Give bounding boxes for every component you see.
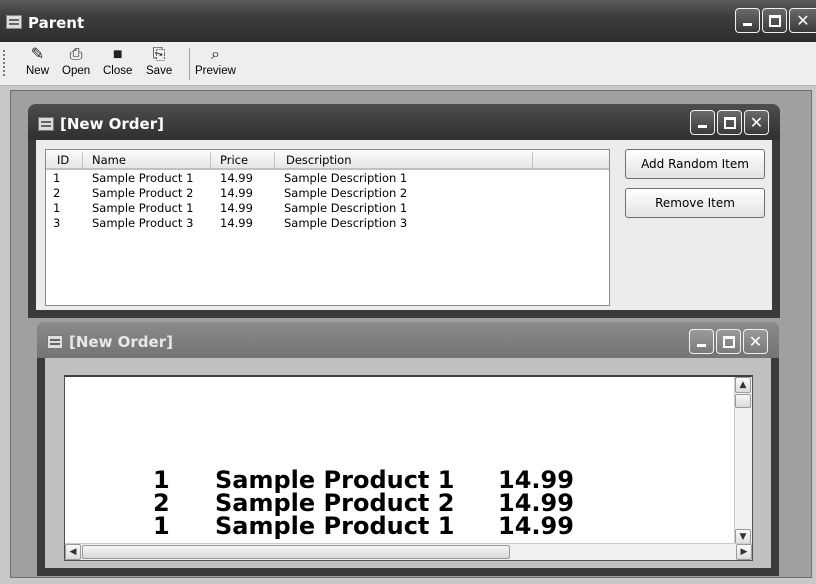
maximize-icon: [723, 116, 736, 129]
item-description: Sample Description 3: [284, 216, 408, 230]
scroll-up-button[interactable]: ▲: [735, 377, 751, 393]
close-icon: ✕: [796, 10, 810, 30]
minimize-button[interactable]: [735, 8, 760, 33]
scroll-right-button[interactable]: ▶: [736, 544, 752, 560]
scroll-left-button[interactable]: ◀: [65, 544, 81, 560]
column-separator[interactable]: [210, 152, 211, 168]
maximize-icon: [768, 14, 781, 27]
parent-title: Parent: [28, 14, 85, 32]
close-icon: ✕: [748, 331, 763, 351]
maximize-button[interactable]: [762, 8, 787, 33]
preview-icon: ⌕: [210, 46, 220, 63]
toolbar-grip[interactable]: [3, 50, 5, 78]
order-minimize-button[interactable]: [690, 110, 715, 135]
window-icon[interactable]: [38, 117, 54, 131]
item-price: 14.99: [220, 216, 253, 230]
toolbar-open-button[interactable]: ⎙ Open: [62, 45, 90, 83]
print-preview-area[interactable]: 1 Sample Product 1 14.99 2 Sample Produc…: [64, 375, 753, 561]
new-icon: ✎: [30, 46, 45, 63]
order-window-title: [New Order]: [60, 115, 164, 133]
column-header-description[interactable]: Description: [286, 153, 352, 167]
horizontal-scroll-thumb[interactable]: [82, 545, 510, 559]
item-price: 14.99: [220, 201, 253, 215]
toolbar-open-label: Open: [62, 65, 91, 77]
list-item[interactable]: 2 Sample Product 2 14.99 Sample Descript…: [46, 185, 609, 200]
open-icon: ⎙: [69, 46, 83, 63]
order-maximize-button[interactable]: [717, 110, 742, 135]
item-id: 2: [53, 186, 61, 200]
preview-window-title: [New Order]: [69, 333, 173, 351]
window-icon[interactable]: [47, 335, 63, 349]
order-items-list[interactable]: ID Name Price Description 1 Sample Produ…: [45, 149, 610, 306]
toolbar-new-label: New: [26, 65, 50, 77]
item-description: Sample Description 1: [284, 171, 408, 185]
minimize-icon: [697, 344, 706, 347]
item-id: 3: [53, 216, 61, 230]
toolbar-preview-label: Preview: [195, 65, 236, 77]
minimize-icon: [698, 125, 707, 128]
list-item[interactable]: 3 Sample Product 3 14.99 Sample Descript…: [46, 215, 609, 230]
minimize-icon: [743, 23, 752, 26]
preview-name: Sample Product 1: [215, 512, 455, 540]
parent-title-bar[interactable]: Parent ✕: [0, 0, 816, 42]
down-arrow-icon: ▼: [739, 532, 747, 542]
parent-window: Parent ✕ ✎ New ⎙ Open ■ Close ⎘ Save ⌕ P…: [0, 0, 816, 584]
right-arrow-icon: ▶: [740, 547, 748, 557]
item-name: Sample Product 2: [92, 186, 194, 200]
list-item[interactable]: 1 Sample Product 1 14.99 Sample Descript…: [46, 200, 609, 215]
order-close-button[interactable]: ✕: [744, 110, 769, 135]
vertical-scroll-thumb[interactable]: [735, 394, 751, 408]
item-name: Sample Product 1: [92, 201, 194, 215]
item-name: Sample Product 3: [92, 216, 194, 230]
close-icon: ✕: [749, 112, 764, 132]
preview-id: 1: [153, 512, 170, 540]
save-icon: ⎘: [152, 46, 166, 63]
column-separator[interactable]: [274, 152, 275, 168]
item-price: 14.99: [220, 186, 253, 200]
list-item[interactable]: 1 Sample Product 1 14.99 Sample Descript…: [46, 170, 609, 185]
toolbar-separator: [189, 48, 190, 80]
item-id: 1: [53, 171, 61, 185]
item-description: Sample Description 2: [284, 186, 408, 200]
preview-price: 14.99: [498, 512, 574, 540]
up-arrow-icon: ▲: [739, 380, 747, 390]
save-disk-icon: ■: [112, 46, 123, 63]
order-window: [New Order] ✕ ID Name Price Description …: [28, 104, 780, 318]
column-separator[interactable]: [532, 152, 533, 168]
order-window-body: ID Name Price Description 1 Sample Produ…: [36, 140, 772, 310]
preview-minimize-button[interactable]: [689, 329, 714, 354]
preview-maximize-button[interactable]: [716, 329, 741, 354]
list-header: ID Name Price Description: [46, 150, 609, 170]
item-price: 14.99: [220, 171, 253, 185]
left-arrow-icon: ◀: [69, 547, 77, 557]
toolbar-save-button[interactable]: ⎘ Save: [146, 45, 172, 83]
add-random-item-button[interactable]: Add Random Item: [625, 149, 765, 179]
toolbar-new-button[interactable]: ✎ New: [26, 45, 49, 83]
column-header-name[interactable]: Name: [92, 153, 126, 167]
close-window-button[interactable]: ✕: [789, 8, 816, 33]
preview-window-body: 1 Sample Product 1 14.99 2 Sample Produc…: [45, 358, 771, 568]
app-icon[interactable]: [6, 15, 22, 29]
toolbar-save-label: Save: [146, 65, 173, 77]
toolbar: ✎ New ⎙ Open ■ Close ⎘ Save ⌕ Preview: [0, 42, 816, 86]
preview-close-button[interactable]: ✕: [743, 329, 768, 354]
column-header-price[interactable]: Price: [220, 153, 248, 167]
column-header-id[interactable]: ID: [57, 153, 69, 167]
vertical-scrollbar[interactable]: ▲ ▼: [734, 377, 752, 547]
maximize-icon: [722, 335, 735, 348]
preview-window: [New Order] ✕ 1 Sample Product 1 14.99 2…: [37, 322, 779, 576]
remove-item-button[interactable]: Remove Item: [625, 188, 765, 218]
horizontal-scrollbar[interactable]: ◀ ▶: [65, 543, 752, 560]
order-window-title-bar[interactable]: [New Order] ✕: [28, 104, 780, 140]
item-description: Sample Description 1: [284, 201, 408, 215]
column-separator[interactable]: [82, 152, 83, 168]
item-id: 1: [53, 201, 61, 215]
toolbar-close-label: Close: [103, 65, 133, 77]
item-name: Sample Product 1: [92, 171, 194, 185]
preview-window-title-bar[interactable]: [New Order] ✕: [37, 322, 779, 358]
toolbar-preview-button[interactable]: ⌕ Preview: [195, 45, 236, 83]
toolbar-close-button[interactable]: ■ Close: [103, 45, 132, 83]
